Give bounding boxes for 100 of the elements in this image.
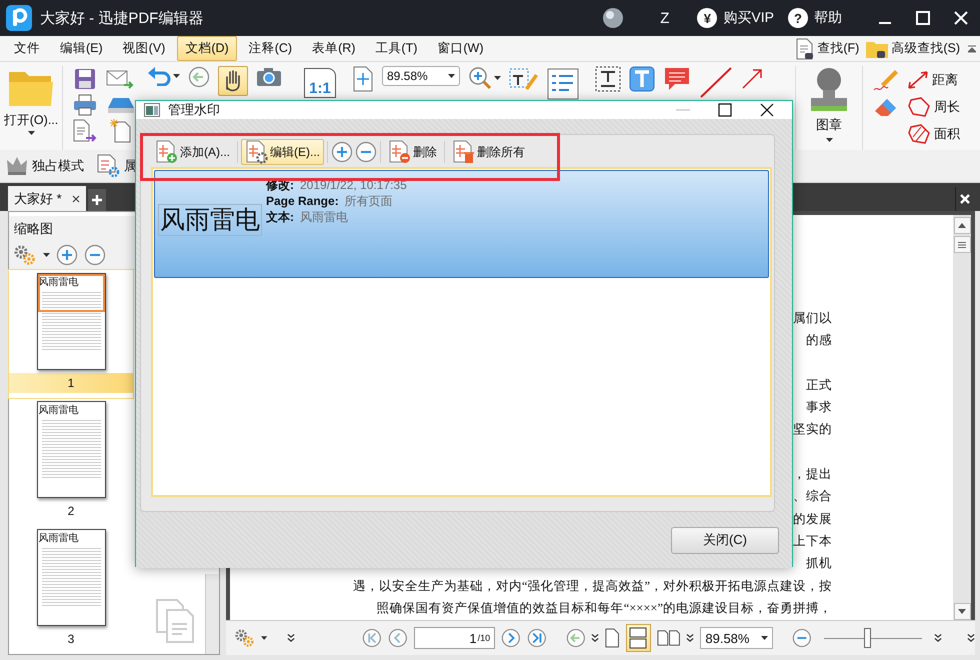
- collapse-icon[interactable]: [968, 44, 976, 52]
- close-tab-icon[interactable]: [72, 194, 80, 202]
- document-search-icon[interactable]: [795, 38, 816, 60]
- next-page-icon[interactable]: [501, 627, 521, 649]
- add-tab-icon[interactable]: [92, 195, 102, 205]
- text-line: 的感: [806, 332, 832, 350]
- page-number-field[interactable]: 1/10: [414, 627, 496, 649]
- text-tool-icon[interactable]: [629, 66, 655, 92]
- double-chevron-icon[interactable]: [934, 633, 942, 643]
- comment-icon[interactable]: [663, 66, 691, 92]
- advanced-find-button[interactable]: 高级查找(S): [891, 40, 960, 57]
- pencil-icon[interactable]: [873, 68, 899, 92]
- zoom-slider-thumb[interactable]: [864, 628, 872, 648]
- export-document-icon[interactable]: [72, 119, 98, 143]
- caret-icon[interactable]: [43, 252, 50, 258]
- text-box-icon[interactable]: [595, 66, 621, 92]
- camera-icon[interactable]: [256, 66, 282, 88]
- dropdown-arrow-icon[interactable]: [448, 74, 455, 78]
- zoom-combo-box[interactable]: 89.58%: [700, 627, 774, 649]
- toolbar-button[interactable]: 编辑(E)...: [241, 139, 324, 165]
- help-icon[interactable]: ?: [788, 8, 808, 28]
- grip-icon[interactable]: [958, 242, 966, 248]
- close-icon[interactable]: [760, 103, 774, 117]
- open-button[interactable]: 打开(O)...: [4, 112, 58, 129]
- delete-all-icon: [452, 140, 475, 164]
- caret-icon[interactable]: [261, 636, 268, 640]
- hand-tool-icon[interactable]: [218, 66, 248, 96]
- crown-icon[interactable]: [6, 156, 28, 176]
- perimeter-icon[interactable]: [907, 96, 931, 118]
- caret-icon[interactable]: [494, 76, 501, 80]
- stamp-button[interactable]: 图章: [816, 116, 842, 134]
- buy-vip-link[interactable]: 购买VIP: [723, 9, 774, 27]
- menu-item[interactable]: 表单(R): [304, 36, 364, 61]
- menu-item[interactable]: 视图(V): [114, 36, 174, 61]
- app-logo-icon: [6, 5, 32, 31]
- zoom-combo-box[interactable]: 89.58%: [382, 66, 460, 86]
- maximize-icon[interactable]: [718, 103, 732, 117]
- menu-item[interactable]: 工具(T): [367, 36, 426, 61]
- zoom-in-icon[interactable]: [56, 244, 78, 266]
- caret-icon[interactable]: [28, 131, 34, 136]
- properties-icon[interactable]: [96, 154, 120, 178]
- scroll-down-icon[interactable]: [958, 609, 966, 614]
- distance-icon[interactable]: [907, 70, 929, 90]
- avatar-icon[interactable]: [602, 7, 624, 29]
- area-icon[interactable]: [907, 122, 931, 144]
- area-tool[interactable]: 面积: [934, 124, 960, 142]
- double-chevron-icon[interactable]: [966, 633, 976, 643]
- distance-tool[interactable]: 距离: [932, 70, 958, 88]
- zoom-out-icon[interactable]: [792, 627, 812, 649]
- continuous-page-icon[interactable]: [629, 627, 648, 649]
- fit-page-icon[interactable]: [352, 66, 374, 92]
- double-chevron-icon[interactable]: [286, 633, 295, 643]
- zoom-out-icon[interactable]: [84, 244, 106, 266]
- toolbar-button[interactable]: 删除: [384, 139, 441, 165]
- visible-area-frame: [38, 274, 104, 312]
- close-button[interactable]: 关闭(C): [671, 526, 779, 554]
- facing-pages-icon[interactable]: [657, 629, 680, 647]
- document-tab[interactable]: 大家好 *: [8, 186, 86, 211]
- yen-icon[interactable]: ¥: [697, 8, 718, 28]
- envelope-icon[interactable]: [106, 69, 136, 89]
- dropdown-arrow-icon[interactable]: [761, 636, 768, 640]
- thumbnail-heading: 风雨雷电: [38, 405, 78, 416]
- menu-item[interactable]: 注释(C): [240, 36, 300, 61]
- first-page-icon[interactable]: [362, 627, 382, 649]
- add-watermark-icon: [155, 140, 178, 164]
- edit-text-icon[interactable]: [509, 66, 539, 92]
- line-tool-icon[interactable]: [699, 66, 733, 98]
- perimeter-tool[interactable]: 周长: [934, 98, 960, 116]
- previous-page-icon[interactable]: [388, 627, 408, 649]
- gears-icon[interactable]: [234, 627, 256, 649]
- new-document-icon[interactable]: [110, 119, 132, 143]
- watermark-preview: 风雨雷电: [158, 204, 262, 236]
- scanner-icon[interactable]: [107, 96, 135, 114]
- single-page-icon[interactable]: [605, 627, 620, 649]
- toolbar-button[interactable]: 删除所有: [448, 139, 529, 165]
- menu-item[interactable]: 窗口(W): [429, 36, 492, 61]
- field-label: 文本:: [266, 209, 294, 225]
- scrollbar[interactable]: [205, 574, 219, 654]
- printer-icon[interactable]: [73, 94, 97, 116]
- zoom-out-icon[interactable]: [355, 141, 377, 163]
- double-chevron-icon[interactable]: [591, 633, 600, 643]
- menu-item[interactable]: 文件: [6, 36, 48, 61]
- toolbar-button[interactable]: 添加(A)...: [151, 139, 234, 165]
- find-button[interactable]: 查找(F): [817, 40, 860, 57]
- page-thumbnail[interactable]: 风雨雷电 2: [9, 398, 133, 526]
- menu-item[interactable]: 文档(D): [177, 36, 237, 61]
- caret-icon[interactable]: [173, 74, 180, 78]
- caret-icon[interactable]: [826, 138, 832, 143]
- last-page-icon[interactable]: [526, 627, 546, 649]
- menu-item[interactable]: 编辑(E): [52, 36, 111, 61]
- gears-icon[interactable]: [13, 244, 37, 266]
- text-line: 正式: [806, 376, 832, 394]
- exclusive-mode-button[interactable]: 独占模式: [32, 157, 84, 175]
- scroll-up-icon[interactable]: [958, 223, 966, 228]
- help-link[interactable]: 帮助: [814, 9, 842, 27]
- page-thumbnail[interactable]: 风雨雷电 3: [9, 526, 133, 654]
- double-chevron-icon[interactable]: [686, 633, 694, 643]
- page-number: 3: [68, 632, 74, 646]
- zoom-in-icon[interactable]: [331, 141, 353, 163]
- user-name[interactable]: Z: [660, 10, 670, 26]
